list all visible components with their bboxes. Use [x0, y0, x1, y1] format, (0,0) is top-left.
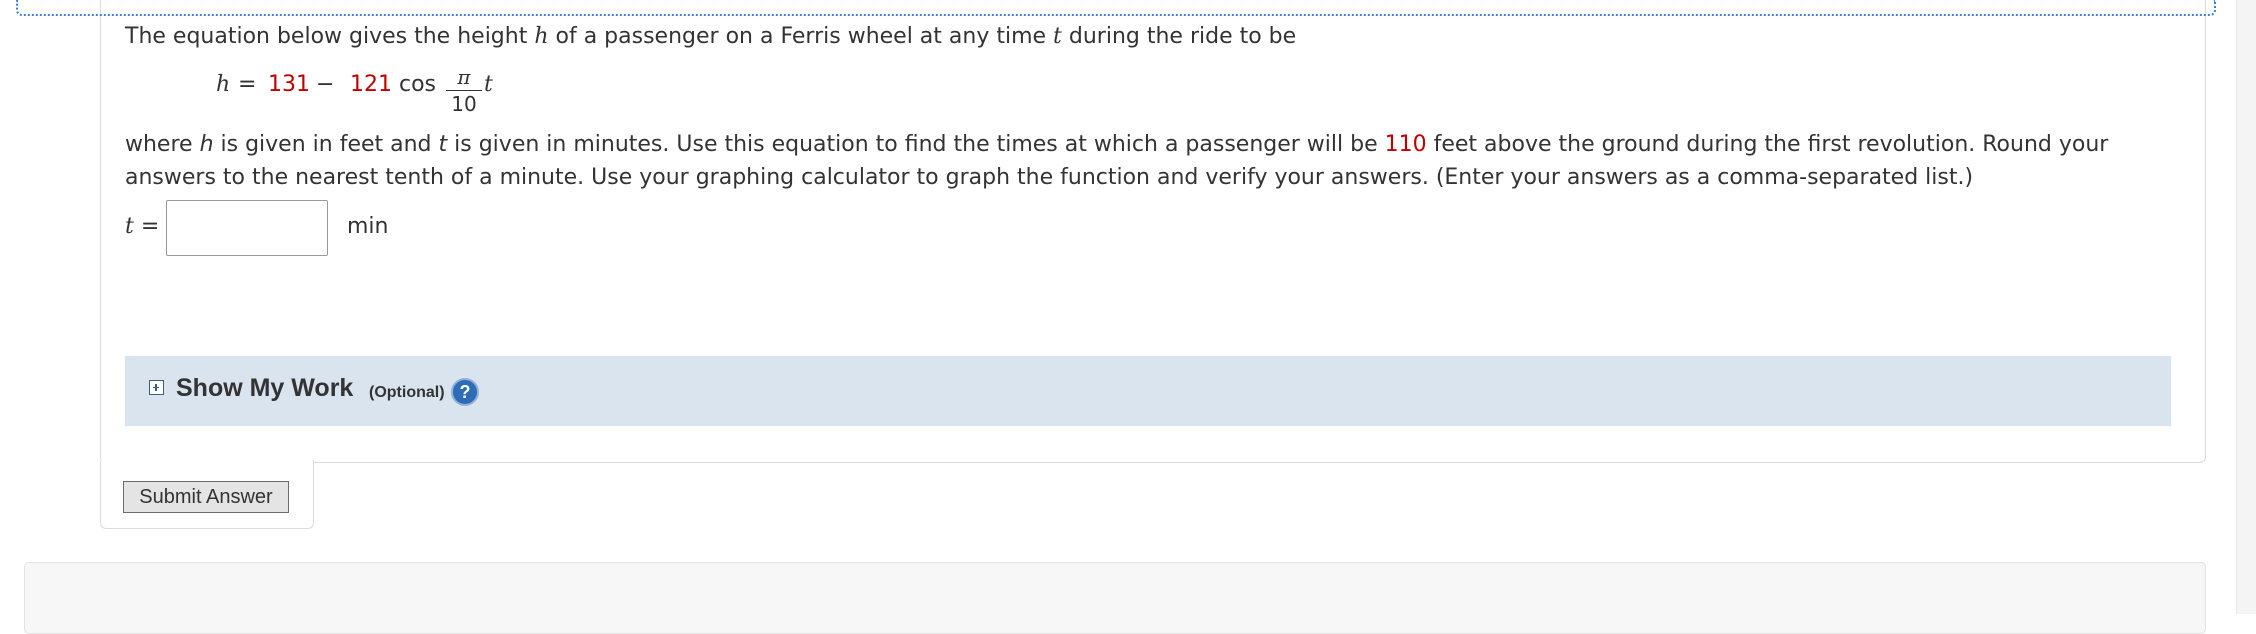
next-question-panel	[24, 562, 2206, 634]
desc-var-t: t	[438, 132, 448, 157]
focus-outline	[16, 0, 2216, 16]
intro-text-3: during the ride to be	[1061, 24, 1297, 49]
show-my-work-title[interactable]: Show My Work	[176, 374, 353, 403]
height-value: 110	[1384, 132, 1427, 157]
plus-square-icon[interactable]	[149, 380, 164, 395]
page-scrollbar[interactable]	[2236, 0, 2256, 614]
eq-equals: =	[238, 72, 257, 97]
desc-var-h: h	[199, 132, 214, 157]
show-my-work-panel[interactable]: Show My Work (Optional) ?	[125, 356, 2171, 426]
eq-fraction: π 10	[444, 64, 484, 117]
answer-label-var: t	[125, 214, 134, 239]
eq-frac-den: 10	[451, 92, 477, 116]
eq-func: cos	[399, 72, 437, 97]
eq-constant: 131	[268, 72, 310, 97]
answer-label-eq: =	[133, 214, 160, 239]
show-my-work-optional: (Optional)	[369, 384, 445, 401]
eq-var: t	[484, 72, 493, 97]
desc-text-1: where	[125, 132, 200, 157]
eq-minus: −	[316, 72, 335, 97]
var-h: h	[534, 24, 549, 49]
answer-input[interactable]	[166, 200, 328, 256]
question-intro: The equation below gives the height h of…	[125, 20, 2175, 53]
intro-text-1: The equation below gives the height	[125, 24, 535, 49]
desc-text-2: is given in feet and	[213, 132, 439, 157]
eq-coefficient: 121	[350, 72, 392, 97]
intro-text-2: of a passenger on a Ferris wheel at any …	[548, 24, 1054, 49]
question-description: where h is given in feet and t is given …	[125, 128, 2185, 194]
answer-unit: min	[347, 214, 389, 239]
question-circle-icon[interactable]: ?	[451, 378, 479, 406]
desc-text-3: is given in minutes. Use this equation t…	[447, 132, 1385, 157]
eq-frac-num: π	[457, 65, 471, 89]
eq-lhs: h	[216, 72, 231, 97]
var-t: t	[1053, 24, 1062, 49]
answer-label: t =	[125, 214, 159, 239]
submit-answer-button[interactable]: Submit Answer	[123, 481, 289, 513]
